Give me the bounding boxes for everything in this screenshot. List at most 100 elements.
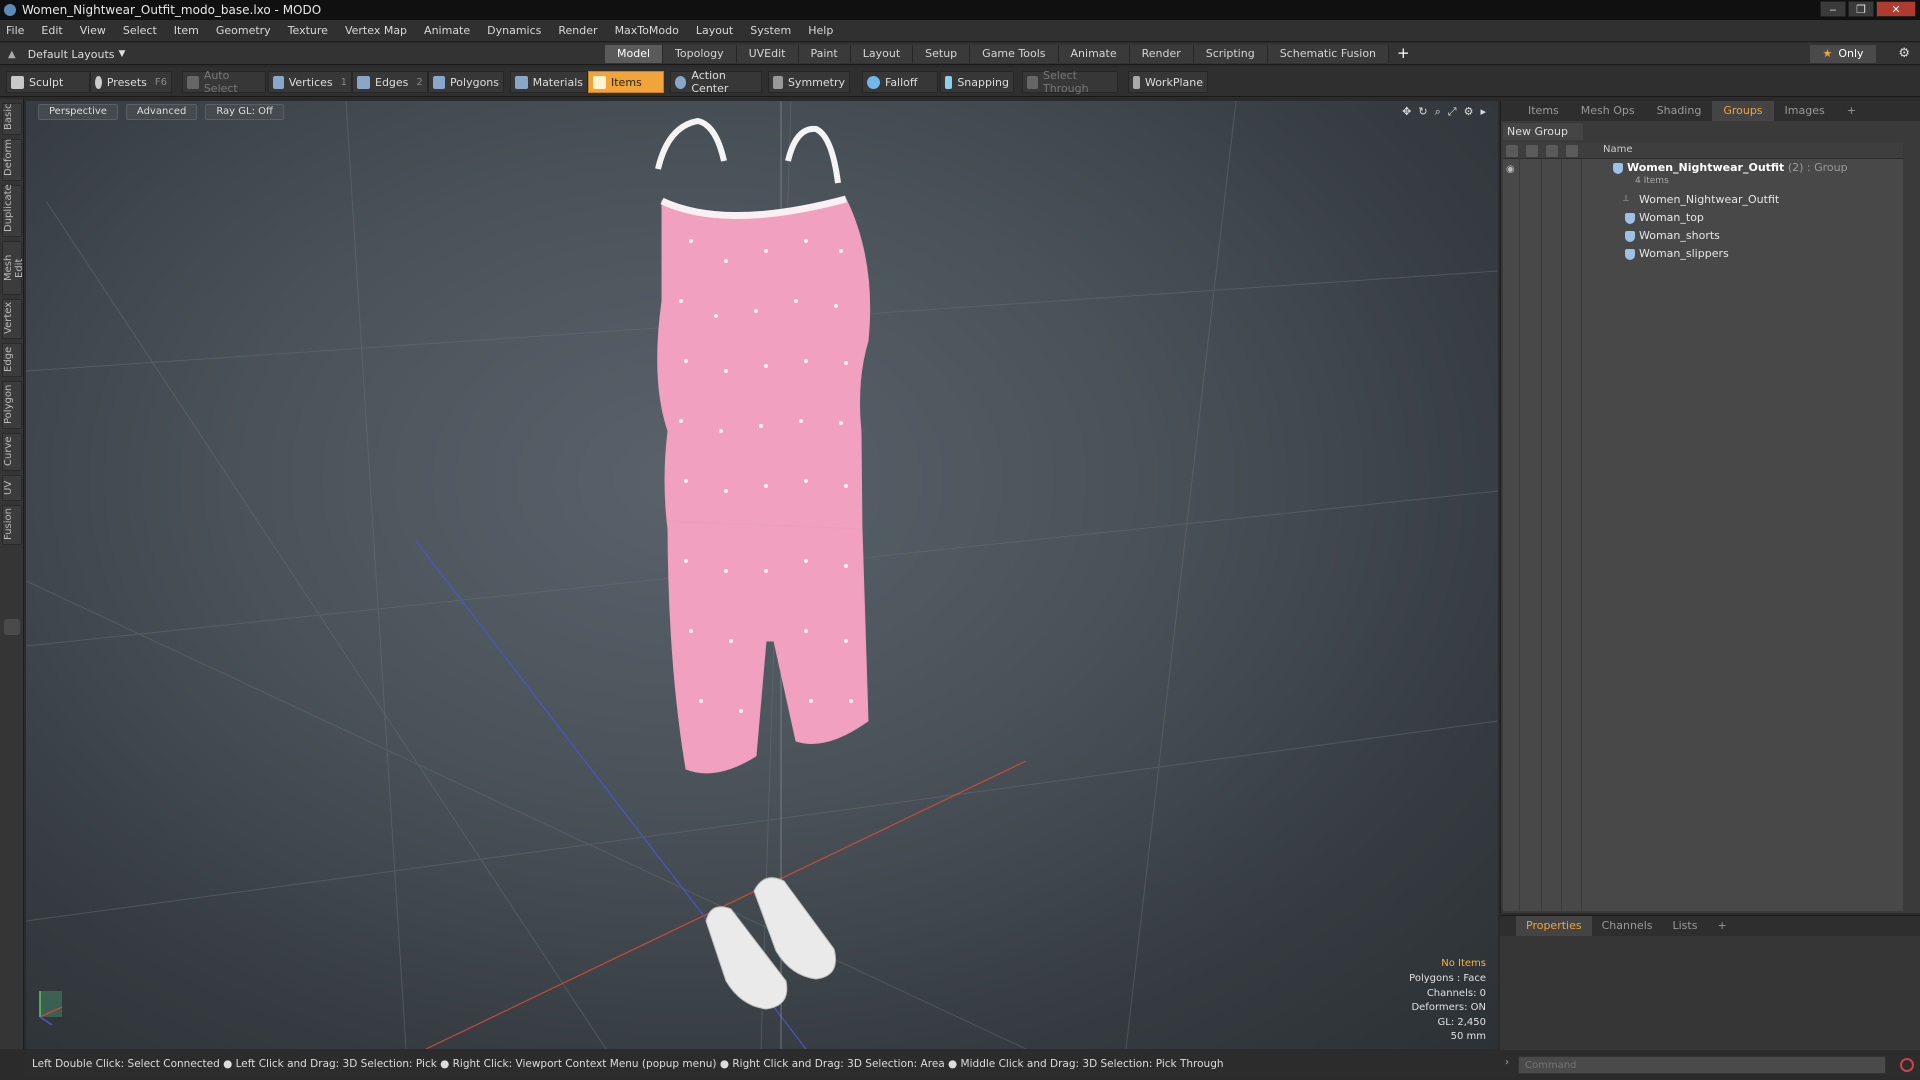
tab-basic[interactable]: Basic [2, 103, 22, 135]
tab-game-tools[interactable]: Game Tools [970, 45, 1059, 63]
viewport-settings-icon[interactable]: ⚙ [1464, 105, 1474, 119]
menu-view[interactable]: View [80, 24, 106, 37]
tab-topology[interactable]: Topology [663, 45, 737, 63]
tab-layout[interactable]: Layout [850, 45, 914, 63]
menu-help[interactable]: Help [808, 24, 833, 37]
items-button[interactable]: Items [588, 71, 664, 93]
add-properties-tab-icon[interactable]: + [1707, 916, 1736, 936]
expand-arrow-icon[interactable]: ▸ [1480, 105, 1486, 119]
menu-texture[interactable]: Texture [288, 24, 328, 37]
tab-vertex[interactable]: Vertex [2, 299, 22, 339]
tab-scripting[interactable]: Scripting [1193, 45, 1268, 63]
tab-mesh-ops[interactable]: Mesh Ops [1570, 101, 1646, 121]
default-layouts-label: Default Layouts [27, 47, 115, 61]
command-input[interactable] [1518, 1056, 1886, 1074]
panel-toggle-button[interactable] [4, 619, 20, 635]
fit-icon[interactable]: ⤢ [1448, 105, 1457, 119]
tab-curve[interactable]: Curve [2, 433, 22, 471]
menu-edit[interactable]: Edit [41, 24, 62, 37]
menu-file[interactable]: File [6, 24, 24, 37]
rotate-icon[interactable]: ↻ [1418, 105, 1427, 119]
woman-top-model[interactable] [655, 117, 871, 537]
tree-row-woman-slippers[interactable]: Woman_slippers [1503, 245, 1903, 263]
tree-item-label: Women_Nightwear_Outfit [1639, 193, 1780, 206]
tab-groups[interactable]: Groups [1712, 101, 1774, 121]
maximize-icon[interactable]: ❐ [1848, 1, 1874, 17]
perspective-button[interactable]: Perspective [38, 104, 118, 120]
lock-icon[interactable] [1546, 145, 1558, 157]
workplane-button[interactable]: WorkPlane [1128, 71, 1208, 93]
tab-fusion[interactable]: Fusion [2, 505, 22, 545]
tab-items[interactable]: Items [1517, 101, 1570, 121]
tab-images[interactable]: Images [1774, 101, 1836, 121]
tab-edge[interactable]: Edge [2, 343, 22, 377]
tab-mesh-edit[interactable]: Mesh Edit [2, 241, 25, 295]
menu-dynamics[interactable]: Dynamics [487, 24, 541, 37]
new-group-button[interactable]: New Group [1503, 123, 1583, 140]
tab-setup[interactable]: Setup [913, 45, 971, 63]
polygons-button[interactable]: Polygons [428, 71, 504, 93]
menu-geometry[interactable]: Geometry [216, 24, 271, 37]
tree-row-woman-shorts[interactable]: Woman_shorts [1503, 227, 1903, 245]
viewport-scene [26, 101, 1498, 1049]
woman-shorts-model[interactable] [667, 520, 869, 774]
symmetry-button[interactable]: Symmetry [768, 71, 850, 93]
tab-duplicate[interactable]: Duplicate [2, 184, 22, 237]
raygl-button[interactable]: Ray GL: Off [205, 104, 284, 120]
workplane-label: WorkPlane [1144, 75, 1203, 89]
visibility-eye-icon[interactable] [1506, 145, 1518, 157]
record-icon[interactable] [1900, 1058, 1914, 1072]
collapse-up-icon[interactable]: ▲ [8, 49, 16, 60]
tab-paint[interactable]: Paint [798, 45, 851, 63]
auto-select-button[interactable]: Auto Select [182, 69, 266, 95]
eye-icon[interactable]: ◉ [1506, 164, 1515, 175]
select-through-button[interactable]: Select Through [1022, 69, 1118, 95]
default-layouts-dropdown[interactable]: ▲ Default Layouts ▼ [8, 45, 125, 63]
falloff-button[interactable]: Falloff [862, 71, 938, 93]
snapping-button[interactable]: Snapping [940, 71, 1014, 93]
tab-uvedit[interactable]: UVEdit [736, 45, 799, 63]
menu-item[interactable]: Item [174, 24, 199, 37]
menu-layout[interactable]: Layout [696, 24, 733, 37]
gear-icon[interactable]: ⚙ [1898, 46, 1910, 61]
tab-schematic-fusion[interactable]: Schematic Fusion [1267, 45, 1390, 63]
action-center-button[interactable]: Action Center [670, 69, 762, 95]
tab-animate[interactable]: Animate [1058, 45, 1130, 63]
pan-icon[interactable]: ✥ [1402, 105, 1411, 119]
tab-render[interactable]: Render [1129, 45, 1194, 63]
tree-row-outfit-locator[interactable]: ⟂ Women_Nightwear_Outfit [1503, 191, 1903, 209]
tab-channels[interactable]: Channels [1592, 916, 1663, 936]
tab-deform[interactable]: Deform [2, 139, 22, 181]
tab-properties[interactable]: Properties [1516, 916, 1592, 936]
menu-system[interactable]: System [750, 24, 791, 37]
advanced-button[interactable]: Advanced [125, 104, 198, 120]
materials-button[interactable]: Materials [510, 71, 588, 93]
menu-vertex-map[interactable]: Vertex Map [345, 24, 407, 37]
tab-lists[interactable]: Lists [1663, 916, 1708, 936]
group-row[interactable]: ◉ Women_Nightwear_Outfit (2) : Group 4 I… [1503, 159, 1903, 191]
menu-select[interactable]: Select [123, 24, 157, 37]
tree-row-woman-top[interactable]: Woman_top [1503, 209, 1903, 227]
presets-button[interactable]: Presets F6 [90, 71, 172, 93]
vertices-button[interactable]: Vertices 1 [268, 71, 352, 93]
only-button[interactable]: ★ Only [1810, 45, 1876, 63]
woman-slippers-model[interactable] [705, 877, 836, 1010]
edges-button[interactable]: Edges 2 [352, 71, 428, 93]
add-tab-icon[interactable]: + [1389, 45, 1418, 63]
menu-render[interactable]: Render [558, 24, 597, 37]
tab-shading[interactable]: Shading [1646, 101, 1713, 121]
3d-viewport[interactable]: Perspective Advanced Ray GL: Off ✥ ↻ ⌕ ⤢… [26, 101, 1498, 1049]
minimize-icon[interactable]: ‒ [1820, 1, 1846, 17]
sculpt-button[interactable]: Sculpt [6, 71, 90, 93]
add-panel-tab-icon[interactable]: + [1836, 101, 1867, 121]
close-icon[interactable]: ✕ [1876, 1, 1916, 17]
tab-polygon[interactable]: Polygon [2, 381, 22, 429]
select-icon[interactable] [1566, 145, 1578, 157]
zoom-icon[interactable]: ⌕ [1435, 105, 1441, 119]
render-icon[interactable] [1526, 145, 1538, 157]
tab-model[interactable]: Model [605, 45, 664, 63]
menu-maxtomodo[interactable]: MaxToModo [615, 24, 679, 37]
tab-uv[interactable]: UV [2, 475, 22, 501]
menu-animate[interactable]: Animate [424, 24, 470, 37]
mesh-icon [1625, 213, 1635, 224]
